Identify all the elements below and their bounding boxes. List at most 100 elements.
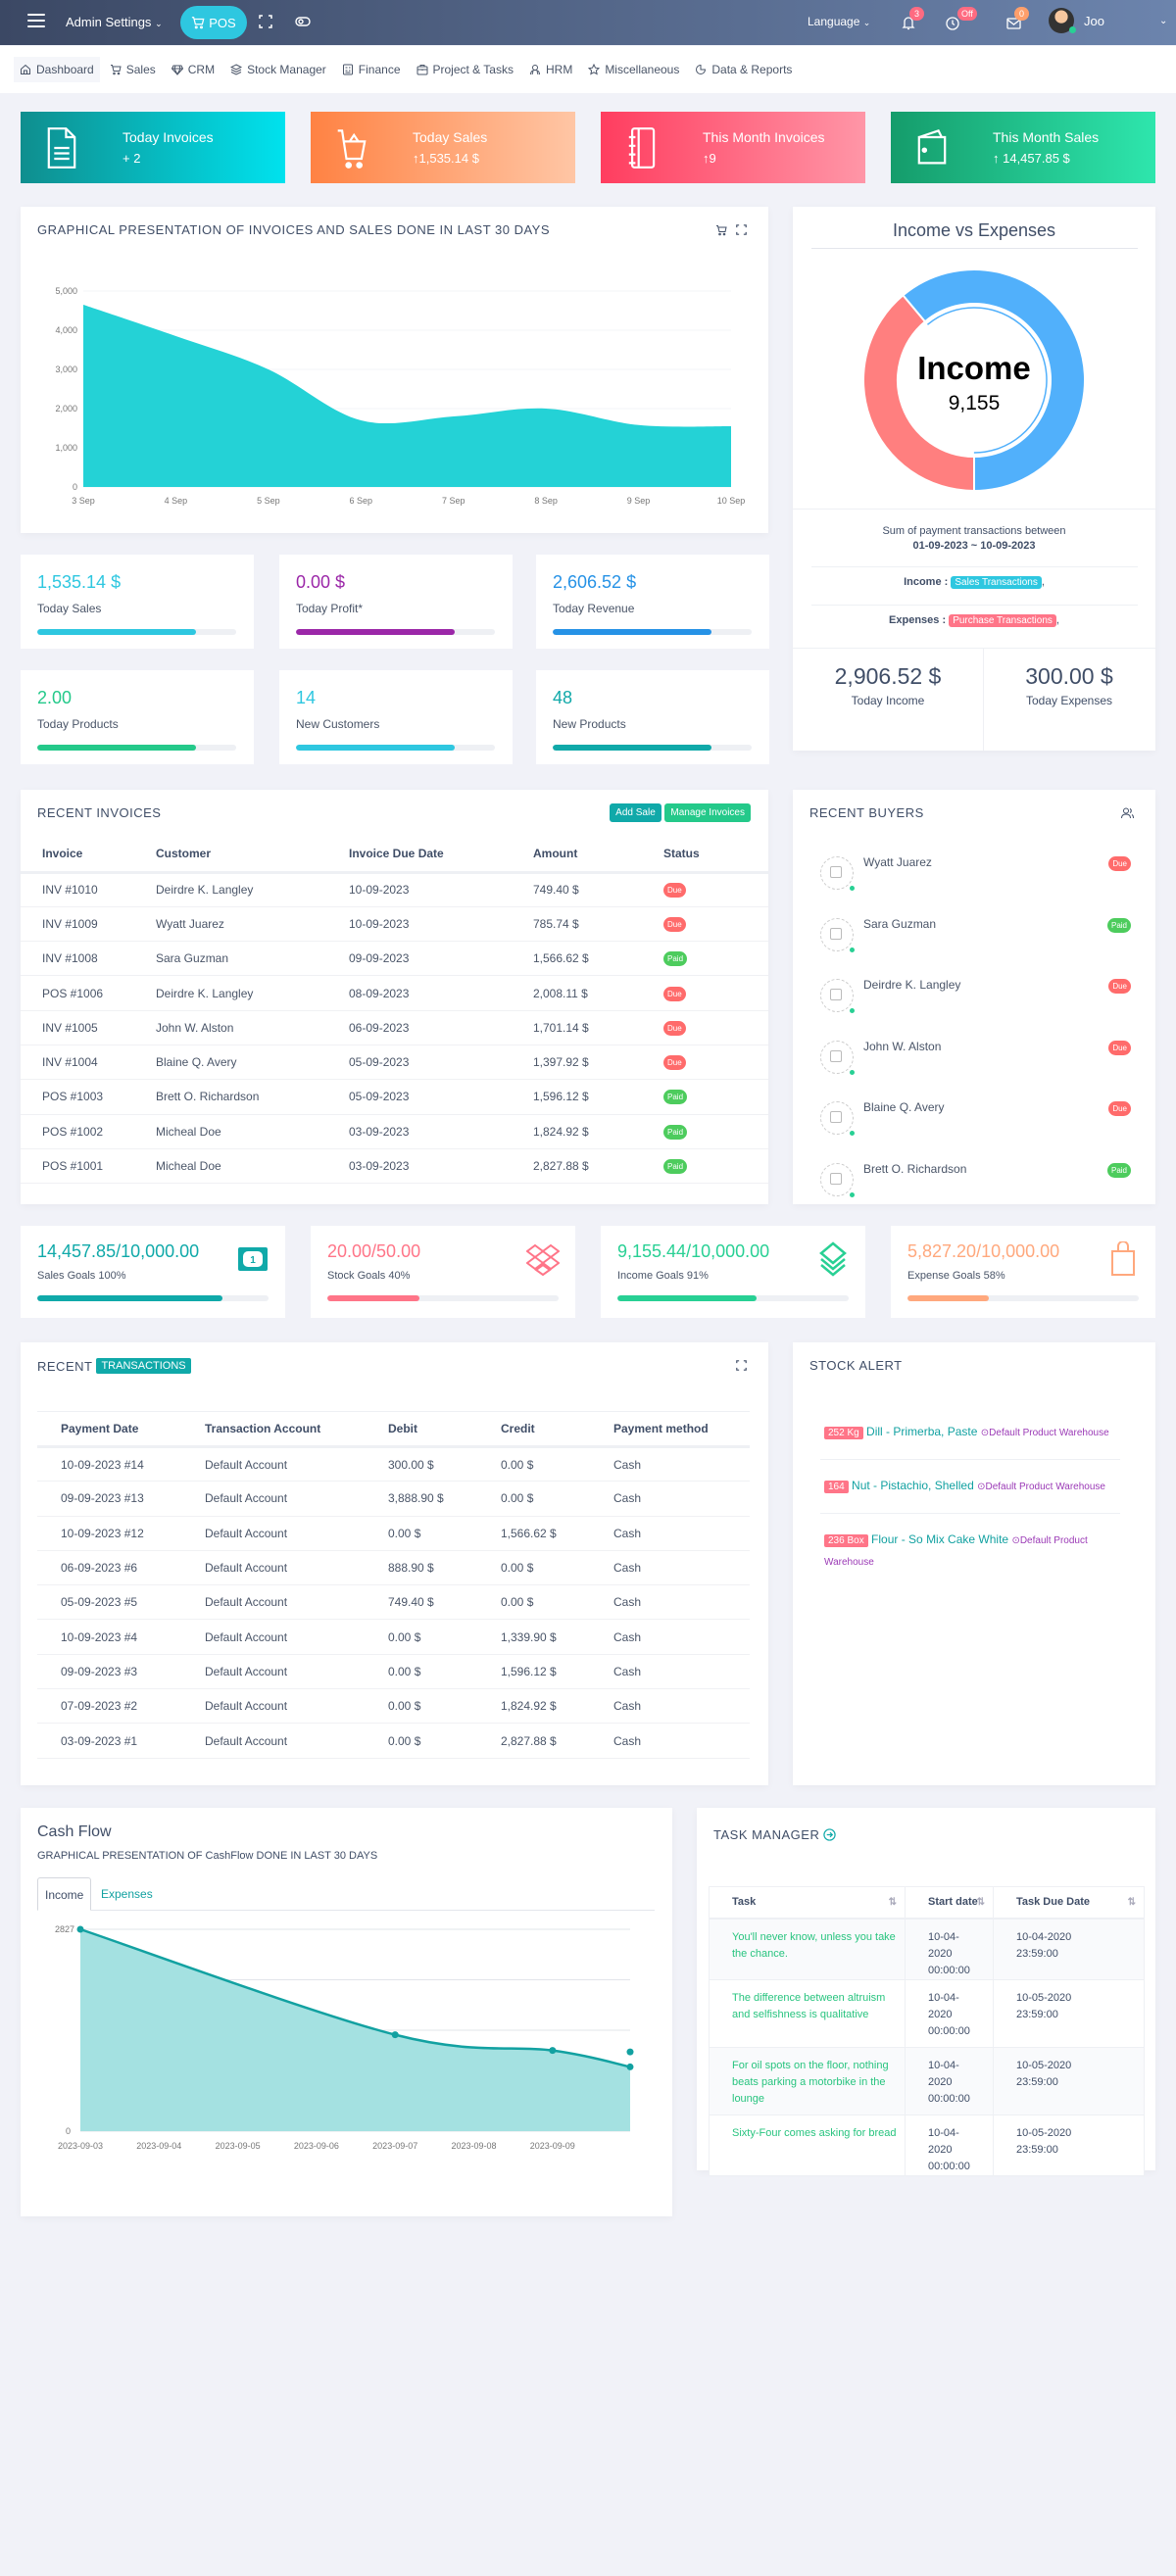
transaction-row[interactable]: 06-09-2023 #6 Default Account 888.90 $0.00… (37, 1550, 750, 1586)
buyer-item[interactable]: Wyatt Juarez Due (793, 841, 1155, 899)
transaction-link[interactable]: 10-09-2023 #4 (37, 1619, 205, 1655)
sales-transactions-tag[interactable]: Sales Transactions (951, 576, 1042, 589)
invoice-link[interactable]: INV #1010 (21, 872, 156, 907)
hamburger-menu-icon[interactable] (27, 14, 45, 27)
invoice-link[interactable]: POS #1006 (21, 975, 156, 1011)
transaction-row[interactable]: 03-09-2023 #1 Default Account 0.00 $2,827.… (37, 1723, 750, 1759)
transaction-link[interactable]: 06-09-2023 #6 (37, 1550, 205, 1586)
invoice-row[interactable]: INV #1010 Deirdre K. Langley 10-09-2023 749… (21, 872, 768, 907)
column-header[interactable]: Invoice Due Date (349, 837, 533, 874)
kpi-month-invoices[interactable]: This Month Invoices ↑9 (601, 112, 865, 183)
nav-miscellaneous[interactable]: Miscellaneous (582, 57, 685, 82)
stock-alert-item[interactable]: 236 Box Flour - So Mix Cake White ⊙Defau… (820, 1514, 1120, 1588)
transaction-row[interactable]: 07-09-2023 #2 Default Account 0.00 $1,824.… (37, 1688, 750, 1725)
invoice-row[interactable]: POS #1006 Deirdre K. Langley 08-09-2023 2,0… (21, 975, 768, 1011)
data-point[interactable] (391, 2031, 399, 2039)
kpi-today-invoices[interactable]: Today Invoices + 2 (21, 112, 285, 183)
column-header[interactable]: Debit (388, 1411, 501, 1448)
transaction-link[interactable]: 03-09-2023 #1 (37, 1723, 205, 1759)
pos-button[interactable]: POS (180, 6, 247, 39)
task-link[interactable]: You'll never know, unless you take the c… (709, 1918, 906, 1979)
purchase-transactions-tag[interactable]: Purchase Transactions (949, 614, 1056, 627)
data-point[interactable] (626, 2063, 634, 2070)
task-link[interactable]: The difference between altruism and self… (709, 1978, 906, 2047)
transaction-link[interactable]: 07-09-2023 #2 (37, 1688, 205, 1725)
invoice-link[interactable]: POS #1002 (21, 1114, 156, 1149)
transaction-row[interactable]: 10-09-2023 #12 Default Account 0.00 $1,566… (37, 1516, 750, 1551)
transaction-row[interactable]: 10-09-2023 #14 Default Account 300.00 $0.0… (37, 1446, 750, 1482)
column-header[interactable]: Amount (533, 837, 663, 874)
task-link[interactable]: For oil spots on the floor, nothing beat… (709, 2046, 906, 2114)
nav-dashboard[interactable]: Dashboard (14, 57, 100, 82)
add-sale-button[interactable]: Add Sale (610, 803, 662, 822)
transaction-link[interactable]: 10-09-2023 #14 (37, 1446, 205, 1482)
admin-settings-dropdown[interactable]: Admin Settings ⌄ (66, 15, 163, 29)
stock-alert-item[interactable]: 252 Kg Dill - Primerba, Paste ⊙Default P… (820, 1406, 1120, 1460)
invoice-link[interactable]: INV #1008 (21, 941, 156, 977)
data-point[interactable] (549, 2047, 557, 2055)
product-name[interactable]: Flour - So Mix Cake White (871, 1532, 1008, 1546)
column-header[interactable]: Payment Date (37, 1411, 205, 1448)
task-row[interactable]: Sixty-Four comes asking for bread 10-04-2… (709, 2114, 1145, 2175)
column-header[interactable]: Payment method (613, 1411, 750, 1448)
nav-data-reports[interactable]: Data & Reports (689, 57, 798, 82)
transaction-row[interactable]: 09-09-2023 #3 Default Account 0.00 $1,596.… (37, 1654, 750, 1690)
column-header[interactable]: Start date ⇅ (905, 1886, 994, 1920)
fullscreen-icon[interactable] (736, 1360, 747, 1371)
invoice-row[interactable]: INV #1004 Blaine Q. Avery 05-09-2023 1,397.… (21, 1045, 768, 1081)
invoice-row[interactable]: POS #1003 Brett O. Richardson 05-09-2023 1,… (21, 1079, 768, 1115)
arrow-circle-right-icon[interactable] (823, 1828, 837, 1841)
fullscreen-icon[interactable] (257, 13, 274, 30)
invoice-row[interactable]: POS #1002 Micheal Doe 03-09-2023 1,824.92 $… (21, 1114, 768, 1149)
user-menu[interactable]: Joo ⌄ (1049, 8, 1167, 33)
buyer-item[interactable]: Deirdre K. Langley Due (793, 963, 1155, 1022)
nav-finance[interactable]: Finance (336, 57, 407, 82)
toggle-theme-icon[interactable] (294, 13, 312, 30)
kpi-month-sales[interactable]: This Month Sales ↑ 14,457.85 $ (891, 112, 1155, 183)
transaction-link[interactable]: 09-09-2023 #13 (37, 1481, 205, 1517)
column-header[interactable]: Task ⇅ (709, 1886, 906, 1920)
data-point[interactable] (626, 2048, 634, 2056)
invoice-row[interactable]: POS #1001 Micheal Doe 03-09-2023 2,827.88 $… (21, 1148, 768, 1185)
sort-icon[interactable]: ⇅ (1128, 1897, 1136, 1908)
column-header[interactable]: Status (663, 837, 768, 874)
nav-stock-manager[interactable]: Stock Manager (224, 57, 332, 82)
sort-icon[interactable]: ⇅ (889, 1897, 897, 1908)
invoice-link[interactable]: INV #1005 (21, 1010, 156, 1045)
nav-hrm[interactable]: HRM (523, 57, 578, 82)
buyer-item[interactable]: Sara Guzman Paid (793, 902, 1155, 961)
transaction-link[interactable]: 05-09-2023 #5 (37, 1584, 205, 1621)
column-header[interactable]: Customer (156, 837, 349, 874)
invoice-link[interactable]: POS #1001 (21, 1148, 156, 1185)
task-row[interactable]: You'll never know, unless you take the c… (709, 1918, 1145, 1979)
invoice-link[interactable]: INV #1004 (21, 1045, 156, 1081)
invoice-link[interactable]: POS #1003 (21, 1079, 156, 1115)
transaction-row[interactable]: 05-09-2023 #5 Default Account 749.40 $0.00… (37, 1584, 750, 1621)
column-header[interactable]: Credit (501, 1411, 613, 1448)
column-header[interactable]: Invoice (21, 837, 156, 874)
users-icon[interactable] (1121, 807, 1134, 819)
data-point[interactable] (76, 1925, 84, 1933)
nav-project-tasks[interactable]: Project & Tasks (411, 57, 519, 82)
invoice-row[interactable]: INV #1008 Sara Guzman 09-09-2023 1,566.62 $… (21, 941, 768, 977)
product-name[interactable]: Nut - Pistachio, Shelled (852, 1479, 974, 1492)
transaction-link[interactable]: 10-09-2023 #12 (37, 1516, 205, 1551)
kpi-today-sales[interactable]: Today Sales ↑1,535.14 $ (311, 112, 575, 183)
transaction-row[interactable]: 09-09-2023 #13 Default Account 3,888.90 $0… (37, 1481, 750, 1517)
buyer-item[interactable]: Blaine Q. Avery Due (793, 1086, 1155, 1144)
nav-sales[interactable]: Sales (104, 57, 162, 82)
invoice-link[interactable]: INV #1009 (21, 906, 156, 943)
language-dropdown[interactable]: Language ⌄ (808, 15, 870, 28)
transaction-link[interactable]: 09-09-2023 #3 (37, 1654, 205, 1690)
column-header[interactable]: Transaction Account (205, 1411, 388, 1448)
invoice-row[interactable]: INV #1009 Wyatt Juarez 10-09-2023 785.74 $ D… (21, 906, 768, 943)
stock-alert-item[interactable]: 164 Nut - Pistachio, Shelled ⊙Default Pr… (820, 1460, 1120, 1514)
column-header[interactable]: Task Due Date ⇅ (993, 1886, 1145, 1920)
transaction-row[interactable]: 10-09-2023 #4 Default Account 0.00 $1,339.… (37, 1619, 750, 1655)
buyer-item[interactable]: John W. Alston Due (793, 1025, 1155, 1084)
task-link[interactable]: Sixty-Four comes asking for bread (709, 2114, 906, 2175)
nav-crm[interactable]: CRM (166, 57, 220, 82)
task-row[interactable]: For oil spots on the floor, nothing beat… (709, 2046, 1145, 2114)
task-row[interactable]: The difference between altruism and self… (709, 1978, 1145, 2047)
manage-invoices-button[interactable]: Manage Invoices (664, 803, 751, 822)
